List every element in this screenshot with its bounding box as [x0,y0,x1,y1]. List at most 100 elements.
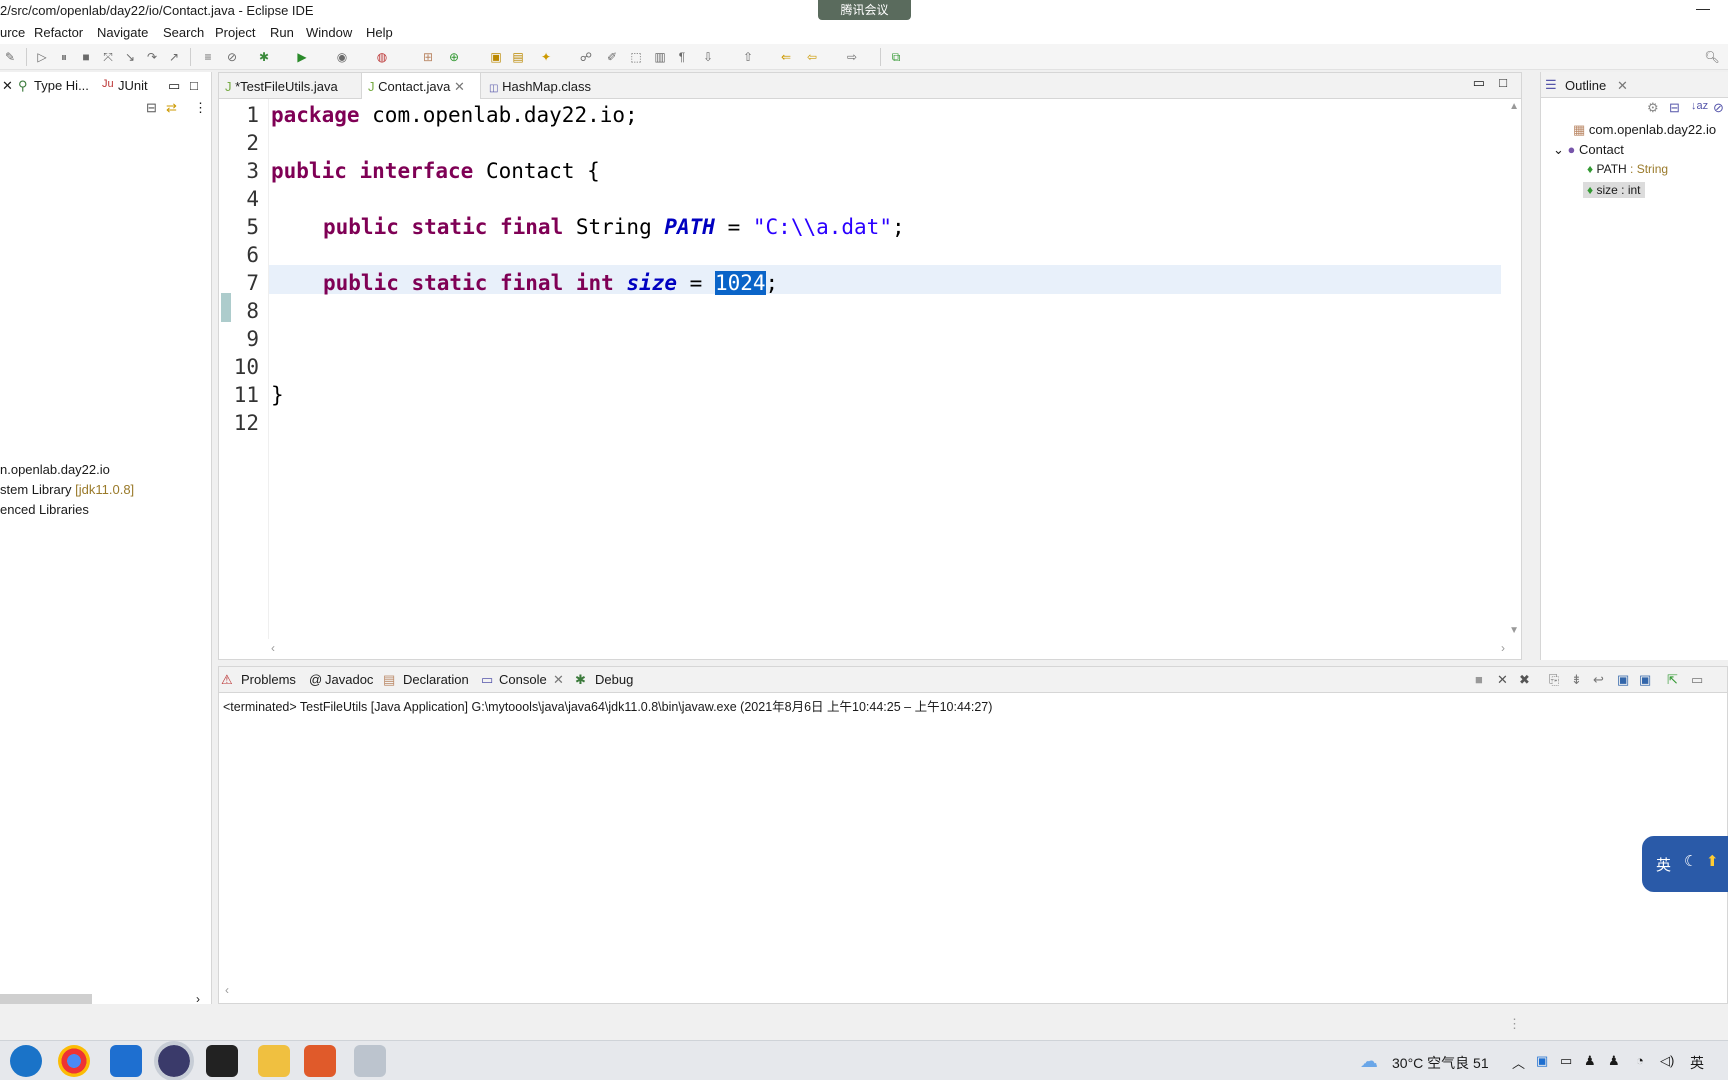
weather-text[interactable]: 30°C 空气良 51 [1392,1053,1489,1073]
hide-fields-icon[interactable]: ⚙ [1647,100,1659,116]
outline-field-size[interactable]: ♦ size : int [1583,182,1645,198]
search-tool-icon[interactable]: ✦ [538,49,554,65]
tab-debug[interactable]: Debug [595,672,633,687]
menu-project[interactable]: Project [215,25,255,40]
scroll-up-icon[interactable]: ▲ [1509,101,1519,112]
filter-icon[interactable]: ⊘ [1713,100,1724,116]
scroll-left-icon[interactable]: ‹ [225,983,229,997]
tab-hashmap[interactable]: ◫ HashMap.class [483,73,603,99]
app-icon[interactable] [304,1045,336,1077]
whitespace-icon[interactable]: ¶ [674,49,690,65]
moon-icon[interactable]: ☾ [1684,852,1697,870]
minimize-icon[interactable]: — [1696,0,1710,16]
code-area[interactable]: package com.openlab.day22.io; public int… [219,99,1501,639]
meeting-app-icon[interactable] [110,1045,142,1077]
tab-javadoc[interactable]: Javadoc [325,672,373,687]
remove-all-icon[interactable]: ✖ [1519,672,1530,688]
maximize-view-icon[interactable]: □ [190,78,198,93]
tray-qq2-icon[interactable]: ♟ [1608,1053,1620,1069]
link-icon[interactable]: ✎ [2,49,18,65]
drop-frame-icon[interactable]: ≡ [200,49,216,65]
show-stderr-icon[interactable]: ▣ [1639,672,1651,688]
run-icon[interactable]: ▶ [294,49,310,65]
remove-launch-icon[interactable]: ✕ [1497,672,1508,688]
sort-icon[interactable]: ↓az [1691,100,1708,112]
qq-icon[interactable] [206,1045,238,1077]
search-icon[interactable]: 🔍︎ [1704,49,1720,65]
next-annotation-icon[interactable]: ⇩ [700,49,716,65]
prev-annotation-icon[interactable]: ⇧ [740,49,756,65]
outline-field-path[interactable]: ♦ PATH : String [1587,162,1668,176]
menu-refactor[interactable]: Refactor [34,25,83,40]
open-task-icon[interactable]: ▤ [510,49,526,65]
close-outline-icon[interactable]: ✕ [1617,78,1628,94]
suspend-icon[interactable]: ⏸ [56,49,72,65]
tab-contact[interactable]: J Contact.java ✕ [361,73,481,99]
maximize-editor-icon[interactable]: □ [1499,75,1507,90]
perspective-icon[interactable]: ⧉ [888,49,904,65]
menu-run[interactable]: Run [270,25,294,40]
code-editor[interactable]: J *TestFileUtils.java J Contact.java ✕ ◫… [218,72,1522,660]
outline-type[interactable]: ⌄ ● Contact [1553,142,1624,158]
meeting-badge[interactable]: 腾讯会议 [818,0,911,20]
menu-navigate[interactable]: Navigate [97,25,148,40]
clear-console-icon[interactable]: ⎘ [1549,672,1559,688]
terminate-console-icon[interactable]: ■ [1475,672,1483,687]
forward-icon[interactable]: ⇨ [844,49,860,65]
debug-icon[interactable]: ✱ [256,49,272,65]
tray-chevron-icon[interactable]: ︿ [1512,1053,1525,1072]
tray-app-icon[interactable]: ▣ [1536,1053,1548,1069]
coverage-icon[interactable]: ◉ [334,49,350,65]
volume-icon[interactable]: ◁) [1660,1053,1674,1069]
new-class-icon[interactable]: ⊞ [420,49,436,65]
tab-declaration[interactable]: Declaration [403,672,469,687]
display-console-icon[interactable]: ▭ [1691,672,1703,688]
terminate-icon[interactable]: ■ [78,49,94,65]
word-wrap-icon[interactable]: ↩ [1593,672,1604,688]
step-over-icon[interactable]: ↷ [144,49,160,65]
chevron-down-icon[interactable]: ⌄ [1553,142,1564,157]
menu-help[interactable]: Help [366,25,393,40]
disconnect-icon[interactable]: ⤧ [100,49,116,65]
block-icon[interactable]: ▥ [652,49,668,65]
last-edit-icon[interactable]: ⇐ [778,49,794,65]
folder-icon[interactable] [258,1045,290,1077]
tray-display-icon[interactable]: ▭ [1560,1053,1572,1069]
link-editor-icon[interactable]: ⇄ [166,100,177,116]
skip-breakpoints-icon[interactable]: ⊘ [224,49,240,65]
annotation-icon[interactable]: ☍ [578,49,594,65]
open-type-icon[interactable]: ▣ [488,49,504,65]
resume-icon[interactable]: ▷ [34,49,50,65]
tab-console[interactable]: Console [499,672,547,687]
panel-close-icon[interactable]: ✕ [2,78,13,94]
outline-package[interactable]: ▦ com.openlab.day22.io [1573,122,1716,138]
tree-item-package[interactable]: n.openlab.day22.io [0,462,110,477]
tab-problems[interactable]: Problems [241,672,296,687]
eclipse-icon[interactable] [154,1041,194,1080]
collapse-outline-icon[interactable]: ⊟ [1669,100,1680,116]
edit-icon[interactable]: ✐ [604,49,620,65]
view-menu-icon[interactable]: ⋮ [194,100,207,116]
minimize-editor-icon[interactable]: ▭ [1473,75,1485,91]
menu-source[interactable]: urce [0,25,25,40]
ime-toolbar[interactable]: 英 ☾ ⬆ [1642,836,1728,892]
tab-outline[interactable]: Outline [1565,78,1606,93]
tray-qq-icon[interactable]: ♟ [1584,1053,1596,1069]
scroll-lock-icon[interactable]: ⇟ [1571,672,1582,688]
menu-search[interactable]: Search [163,25,204,40]
scroll-down-icon[interactable]: ▼ [1509,625,1519,636]
window-app-icon[interactable] [354,1045,386,1077]
chrome-icon[interactable] [58,1045,90,1077]
close-tab-icon[interactable]: ✕ [454,79,465,94]
scroll-left-icon[interactable]: ‹ [271,641,275,655]
arrow-up-icon[interactable]: ⬆ [1706,852,1719,870]
back-icon[interactable]: ⇦ [804,49,820,65]
collapse-all-icon[interactable]: ⊟ [146,100,157,116]
wifi-icon[interactable]: ◔ [1636,1053,1644,1068]
scroll-right-icon[interactable]: › [1501,641,1505,655]
step-into-icon[interactable]: ↘ [122,49,138,65]
toggle-icon[interactable]: ⬚ [628,49,644,65]
ime-lang[interactable]: 英 [1656,854,1671,875]
tray-lang[interactable]: 英 [1690,1053,1704,1073]
menu-window[interactable]: Window [306,25,352,40]
